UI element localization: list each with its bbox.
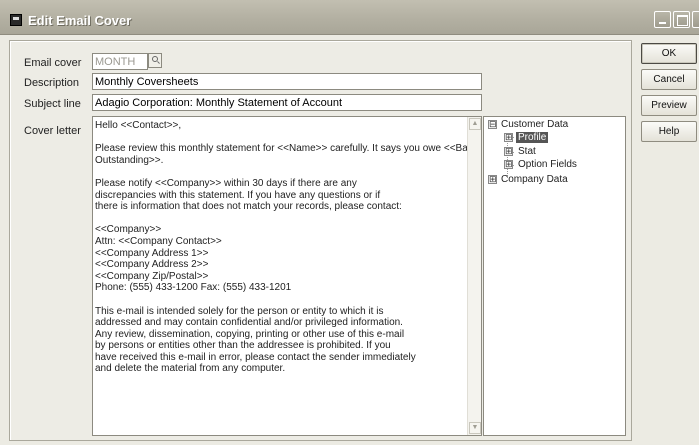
cover-letter-scrollbar[interactable]: ▲ ▼ — [467, 117, 481, 435]
scroll-up-icon[interactable]: ▲ — [469, 118, 481, 130]
close-button[interactable] — [692, 11, 699, 28]
subject-line-field[interactable]: Adagio Corporation: Monthly Statement of… — [92, 94, 482, 111]
cover-letter-line: <<Company>> — [95, 224, 162, 236]
cover-letter-line: This e-mail is intended solely for the p… — [95, 305, 384, 317]
preview-button[interactable]: Preview — [641, 95, 697, 116]
cover-letter-line: discrepancies with this statement. If yo… — [95, 189, 381, 201]
cover-letter-line: Please review this monthly statement for… — [95, 143, 482, 155]
description-label: Description — [24, 77, 80, 89]
expand-icon[interactable]: ⊞ — [504, 160, 513, 169]
cover-letter-line: Attn: <<Company Contact>> — [95, 235, 222, 247]
tree-node-company-data[interactable]: Company Data — [501, 174, 568, 185]
collapse-icon[interactable]: ⊟ — [488, 120, 497, 129]
minimize-button[interactable] — [654, 11, 671, 28]
cover-letter-line: by persons or entities other than the ad… — [95, 340, 391, 352]
cover-letter-textarea[interactable]: Hello <<Contact>>, Please review this mon… — [92, 116, 482, 436]
email-cover-field[interactable]: MONTH — [92, 53, 148, 70]
subject-line-label: Subject line — [24, 98, 81, 110]
tree-node-stat[interactable]: Stat — [518, 146, 536, 157]
cover-letter-line: Please notify <<Company>> within 30 days… — [95, 177, 357, 189]
cover-letter-line: addressed and may contain confidential a… — [95, 317, 403, 329]
ok-button[interactable]: OK — [641, 43, 697, 64]
cover-letter-line: <<Company Zip/Postal>> — [95, 270, 209, 282]
cover-letter-line — [95, 213, 467, 225]
tree-node-option-fields[interactable]: Option Fields — [518, 159, 577, 170]
expand-icon[interactable]: ⊞ — [488, 175, 497, 184]
cover-letter-text: Hello <<Contact>>, Please review this mon… — [95, 120, 482, 375]
app-icon — [10, 14, 22, 26]
field-tree: ⊟ Customer Data ⊞ Profile ⊞ Stat ⊞ Optio… — [483, 116, 626, 436]
scroll-down-icon[interactable]: ▼ — [469, 422, 481, 434]
expand-icon[interactable]: ⊞ — [504, 147, 513, 156]
finder-button[interactable] — [148, 53, 162, 68]
maximize-button[interactable] — [673, 11, 690, 28]
cover-letter-line: Any review, dissemination, copying, prin… — [95, 328, 405, 340]
cover-letter-line: Phone: (555) 433-1200 Fax: (555) 433-120… — [95, 282, 292, 294]
cover-letter-line — [95, 294, 467, 306]
cover-letter-line — [95, 132, 467, 144]
cover-letter-line: Hello <<Contact>>, — [95, 120, 182, 131]
tree-node-customer-data[interactable]: Customer Data — [501, 119, 568, 130]
cover-letter-line: have received this e-mail in error, plea… — [95, 351, 416, 363]
cover-letter-line: Outstanding>>. — [95, 154, 164, 166]
cancel-button[interactable]: Cancel — [641, 69, 697, 90]
tree-node-profile[interactable]: Profile — [516, 132, 549, 143]
expand-icon[interactable]: ⊞ — [504, 133, 513, 142]
cover-letter-line — [95, 166, 467, 178]
description-field[interactable]: Monthly Coversheets — [92, 73, 482, 90]
cover-letter-line: and delete the material from any compute… — [95, 363, 286, 375]
cover-letter-line: <<Company Address 1>> — [95, 247, 209, 259]
email-cover-label: Email cover — [24, 57, 82, 69]
help-button[interactable]: Help — [641, 121, 697, 142]
cover-letter-line: there is information that does not match… — [95, 201, 402, 213]
window-title: Edit Email Cover — [28, 13, 132, 28]
cover-letter-line: <<Company Address 2>> — [95, 259, 209, 271]
cover-letter-label: Cover letter — [24, 125, 81, 137]
title-bar: Edit Email Cover — [0, 0, 699, 35]
